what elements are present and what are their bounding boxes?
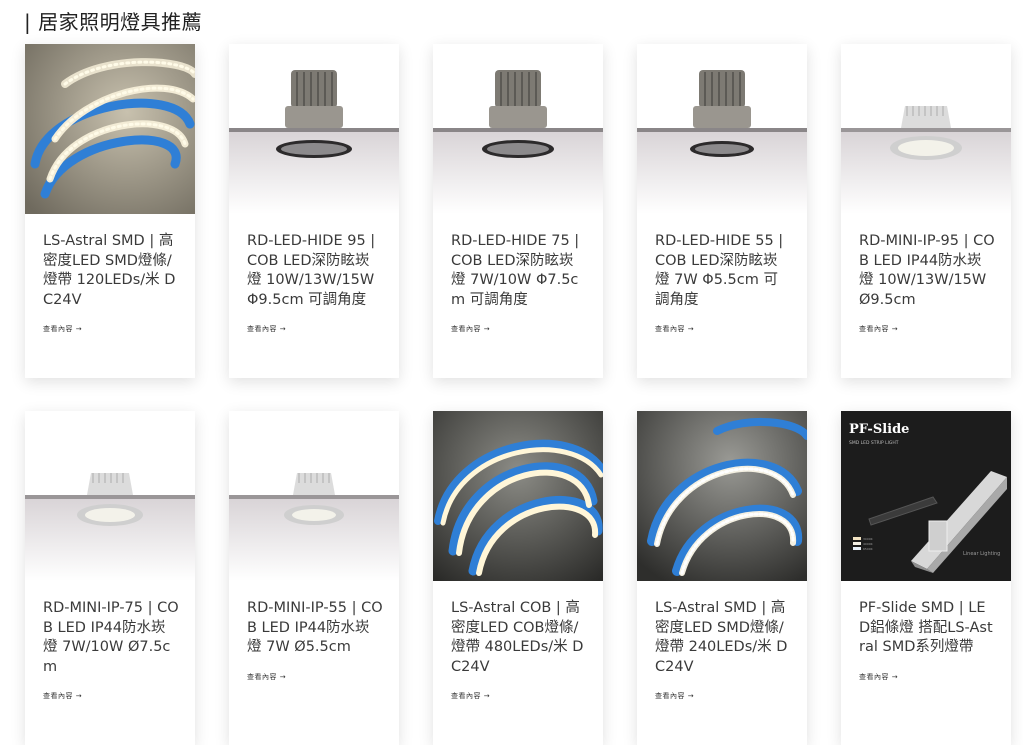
section-title: | 居家照明燈具推薦 — [24, 10, 203, 34]
product-title: RD-MINI-IP-95 | COB LED IP44防水崁燈 10W/13W… — [859, 233, 995, 308]
product-title: PF-Slide SMD | LED鋁條燈 搭配LS-Astral SMD系列燈… — [859, 600, 993, 655]
read-more-link[interactable]: 查看內容 → — [43, 691, 82, 701]
product-title: RD-LED-HIDE 55 | COB LED深防眩崁燈 7W Φ5.5cm … — [655, 233, 784, 308]
read-more-link[interactable]: 查看內容 → — [859, 672, 898, 682]
product-card[interactable]: LS-Astral SMD | 高密度LED SMD燈條/燈帶 120LEDs/… — [25, 44, 195, 378]
strip-smd-icon — [25, 44, 195, 214]
product-card[interactable]: LS-Astral COB | 高密度LED COB燈條/燈帶 480LEDs/… — [433, 411, 603, 745]
product-title: LS-Astral SMD | 高密度LED SMD燈條/燈帶 120LEDs/… — [43, 233, 176, 308]
downlight-hide-icon — [229, 44, 399, 214]
product-grid: LS-Astral SMD | 高密度LED SMD燈條/燈帶 120LEDs/… — [25, 44, 1011, 745]
linear-lighting-tag: Linear Lighting — [963, 551, 1000, 557]
k1-text: 3000K — [863, 537, 874, 541]
product-title: LS-Astral COB | 高密度LED COB燈條/燈帶 480LEDs/… — [451, 600, 584, 675]
product-title: RD-MINI-IP-55 | COB LED IP44防水崁燈 7W Ø5.5… — [247, 600, 383, 655]
strip-cob-icon — [433, 411, 603, 581]
read-more-link[interactable]: 查看內容 → — [655, 324, 694, 334]
product-card[interactable]: RD-LED-HIDE 55 | COB LED深防眩崁燈 7W Φ5.5cm … — [637, 44, 807, 378]
downlight-mini-icon — [25, 411, 195, 581]
read-more-link[interactable]: 查看內容 → — [655, 691, 694, 701]
product-card[interactable]: RD-LED-HIDE 95 | COB LED深防眩崁燈 10W/13W/15… — [229, 44, 399, 378]
downlight-hide-icon — [637, 44, 807, 214]
read-more-link[interactable]: 查看內容 → — [859, 324, 898, 334]
profile-sub-text: SMD LED STRIP LIGHT — [849, 440, 899, 446]
product-title: RD-MINI-IP-75 | COB LED IP44防水崁燈 7W/10W … — [43, 600, 179, 675]
downlight-hide-icon — [433, 44, 603, 214]
product-card[interactable]: LS-Astral SMD | 高密度LED SMD燈條/燈帶 240LEDs/… — [637, 411, 807, 745]
product-card[interactable]: RD-LED-HIDE 75 | COB LED深防眩崁燈 7W/10W Φ7.… — [433, 44, 603, 378]
profile-slide-icon: PF-Slide SMD LED STRIP LIGHT 3000K 4000K… — [841, 411, 1011, 581]
read-more-link[interactable]: 查看內容 → — [451, 324, 490, 334]
downlight-mini-icon — [841, 44, 1011, 214]
product-card[interactable]: PF-Slide SMD LED STRIP LIGHT 3000K 4000K… — [841, 411, 1011, 745]
product-title: RD-LED-HIDE 95 | COB LED深防眩崁燈 10W/13W/15… — [247, 233, 376, 308]
profile-brand-text: PF-Slide — [849, 422, 909, 437]
read-more-link[interactable]: 查看內容 → — [247, 324, 286, 334]
product-card[interactable]: RD-MINI-IP-95 | COB LED IP44防水崁燈 10W/13W… — [841, 44, 1011, 378]
strip-smd-dark-icon — [637, 411, 807, 581]
product-title: LS-Astral SMD | 高密度LED SMD燈條/燈帶 240LEDs/… — [655, 600, 788, 675]
k2-text: 4000K — [863, 542, 874, 546]
read-more-link[interactable]: 查看內容 → — [247, 672, 286, 682]
read-more-link[interactable]: 查看內容 → — [43, 324, 82, 334]
k3-text: 6500K — [863, 547, 874, 551]
product-title: RD-LED-HIDE 75 | COB LED深防眩崁燈 7W/10W Φ7.… — [451, 233, 580, 308]
product-card[interactable]: RD-MINI-IP-55 | COB LED IP44防水崁燈 7W Ø5.5… — [229, 411, 399, 745]
product-card[interactable]: RD-MINI-IP-75 | COB LED IP44防水崁燈 7W/10W … — [25, 411, 195, 745]
read-more-link[interactable]: 查看內容 → — [451, 691, 490, 701]
downlight-mini-icon — [229, 411, 399, 581]
